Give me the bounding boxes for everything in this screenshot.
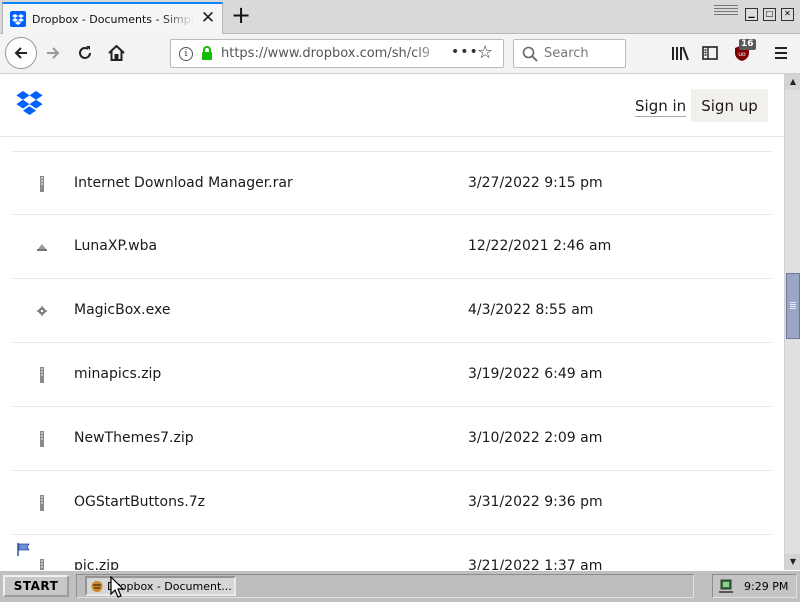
file-row[interactable]: MagicBox.exe 4/3/2022 8:55 am <box>12 279 772 343</box>
file-list: Internet Download Manager.rar 3/27/2022 … <box>12 151 772 570</box>
bookmark-star-icon[interactable]: ☆ <box>477 44 493 62</box>
taskbar-item-dropbox[interactable]: Dropbox - Document... <box>85 576 236 596</box>
tab-title: Dropbox - Documents - Simplify your life <box>32 12 194 26</box>
dropbox-logo-icon[interactable] <box>16 91 43 119</box>
file-name[interactable]: minapics.zip <box>74 366 161 382</box>
ublock-count-badge: 16 <box>739 39 756 50</box>
url-bar[interactable]: i https://www.dropbox.com/sh/cl9 ••• ☆ <box>170 39 504 68</box>
clock: 9:29 PM <box>744 580 789 593</box>
mouse-cursor-icon <box>110 575 125 602</box>
file-row[interactable]: NewThemes7.zip 3/10/2022 2:09 am <box>12 407 772 471</box>
file-modified-date: 3/31/2022 9:36 pm <box>468 494 603 510</box>
site-header: Sign in Sign up <box>0 74 784 137</box>
file-modified-date: 12/22/2021 2:46 am <box>468 238 612 254</box>
home-icon <box>107 45 125 61</box>
page-viewport: Sign in Sign up Internet Download Manage… <box>0 74 784 570</box>
dropbox-favicon-icon <box>10 11 26 27</box>
page-actions-icon[interactable]: ••• <box>451 44 479 60</box>
file-modified-date: 3/19/2022 6:49 am <box>468 366 603 382</box>
back-button[interactable] <box>5 37 37 69</box>
taskbar-item-label: Dropbox - Document... <box>107 579 232 593</box>
file-name[interactable]: MagicBox.exe <box>74 302 170 318</box>
sign-in-link[interactable]: Sign in <box>635 97 687 117</box>
archive-icon <box>34 367 50 383</box>
flag-icon[interactable] <box>17 541 31 560</box>
task-area: Dropbox - Document... <box>76 574 694 598</box>
file-row[interactable]: pic.zip 3/21/2022 1:37 am <box>12 535 772 570</box>
lock-icon[interactable] <box>201 46 213 65</box>
network-tray-icon[interactable] <box>718 578 736 598</box>
forward-button[interactable] <box>38 38 68 68</box>
window-grip <box>714 5 738 16</box>
navigation-toolbar: i https://www.dropbox.com/sh/cl9 ••• ☆ S… <box>0 34 800 74</box>
search-bar[interactable]: Search <box>513 39 626 68</box>
new-tab-button[interactable]: + <box>229 3 253 28</box>
sign-up-button[interactable]: Sign up <box>691 89 768 122</box>
search-icon <box>522 46 538 62</box>
file-name[interactable]: Internet Download Manager.rar <box>74 175 293 191</box>
reload-button[interactable] <box>70 38 100 68</box>
file-name[interactable]: NewThemes7.zip <box>74 430 194 446</box>
forward-arrow-icon <box>47 47 60 59</box>
tab-dropbox[interactable]: Dropbox - Documents - Simplify your life… <box>2 2 223 34</box>
file-modified-date: 3/27/2022 9:15 pm <box>468 175 603 191</box>
reload-icon <box>79 46 91 59</box>
hamburger-menu-icon <box>775 47 787 59</box>
file-row[interactable]: OGStartButtons.7z 3/31/2022 9:36 pm <box>12 471 772 535</box>
file-row[interactable]: Internet Download Manager.rar 3/27/2022 … <box>12 151 772 215</box>
site-info-icon[interactable]: i <box>179 47 193 61</box>
scrollbar-thumb[interactable] <box>786 273 800 339</box>
library-button[interactable] <box>665 38 695 68</box>
file-modified-date: 3/10/2022 2:09 am <box>468 430 603 446</box>
scroll-down-arrow-icon[interactable]: ▼ <box>785 554 800 570</box>
browser-window-icon <box>90 580 104 594</box>
sidebar-button[interactable] <box>695 38 725 68</box>
tab-bar: Dropbox - Documents - Simplify your life… <box>0 0 800 34</box>
file-modified-date: 4/3/2022 8:55 am <box>468 302 594 318</box>
scroll-up-arrow-icon[interactable]: ▲ <box>785 74 800 90</box>
archive-icon <box>34 495 50 511</box>
url-text[interactable]: https://www.dropbox.com/sh/cl9 <box>221 46 443 61</box>
archive-icon <box>34 559 50 570</box>
home-button[interactable] <box>101 38 131 68</box>
back-arrow-icon <box>14 47 27 59</box>
maximize-button[interactable]: □ <box>763 8 776 21</box>
file-name[interactable]: OGStartButtons.7z <box>74 494 205 510</box>
close-window-button[interactable]: ✕ <box>781 8 794 21</box>
minimize-button[interactable]: ▁ <box>745 8 758 21</box>
search-placeholder: Search <box>544 46 589 61</box>
file-name[interactable]: pic.zip <box>74 558 119 570</box>
file-modified-date: 3/21/2022 1:37 am <box>468 558 603 570</box>
library-icon <box>672 46 689 61</box>
tab-close-icon[interactable]: ✕ <box>200 10 216 27</box>
menu-button[interactable] <box>766 38 796 68</box>
archive-icon <box>34 176 50 192</box>
archive-icon <box>34 431 50 447</box>
file-row[interactable]: LunaXP.wba 12/22/2021 2:46 am <box>12 215 772 279</box>
svg-text:uo: uo <box>738 51 746 58</box>
file-row[interactable]: minapics.zip 3/19/2022 6:49 am <box>12 343 772 407</box>
system-tray: 9:29 PM <box>712 574 797 598</box>
scrollbar-grip <box>790 302 796 309</box>
vertical-scrollbar[interactable]: ▲ ▼ <box>784 74 800 570</box>
skin-icon <box>34 239 50 255</box>
sidebar-icon <box>702 46 718 60</box>
executable-icon <box>34 303 50 319</box>
start-button[interactable]: START <box>3 575 69 597</box>
file-name[interactable]: LunaXP.wba <box>74 238 157 254</box>
